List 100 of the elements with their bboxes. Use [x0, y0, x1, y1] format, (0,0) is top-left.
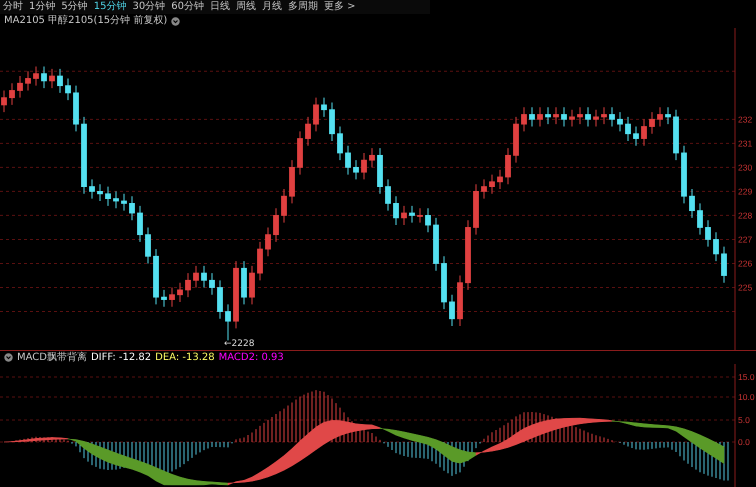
candlestick [9, 82, 15, 106]
candlestick [633, 126, 639, 146]
candlestick [161, 289, 167, 308]
candlestick [225, 304, 231, 341]
candlestick [721, 246, 727, 284]
candlestick [585, 106, 591, 128]
price-axis-label: 228 [738, 210, 752, 220]
period-tab[interactable]: 60分钟 [168, 0, 207, 14]
candlestick [593, 109, 599, 128]
candlestick [273, 208, 279, 242]
chart-title: MA2105 甲醇2105(15分钟 前复权) [4, 14, 168, 28]
candlestick [337, 126, 343, 161]
indicator-name: MACD飘带背离 [17, 350, 87, 364]
candlestick [393, 196, 399, 226]
price-axis-label: 225 [738, 282, 752, 293]
macd-axis-label: 10.0 [738, 392, 755, 402]
candlestick [713, 232, 719, 262]
period-tab[interactable]: 分时 [0, 0, 26, 14]
candlestick [497, 169, 503, 190]
chevron-circle-icon[interactable] [4, 353, 13, 362]
price-axis-label: 226 [738, 258, 752, 268]
candlestick [521, 106, 527, 132]
candlestick [505, 148, 511, 185]
candlestick [97, 184, 103, 202]
candlestick [201, 265, 207, 288]
period-tab[interactable]: 30分钟 [129, 0, 168, 14]
candlestick [313, 97, 319, 132]
chevron-circle-icon[interactable] [171, 16, 180, 26]
candlestick [265, 226, 271, 257]
candlestick [321, 97, 327, 118]
candlestick [561, 106, 567, 128]
period-tab[interactable]: 15分钟 [90, 0, 130, 14]
candlestick [65, 78, 71, 101]
period-tab[interactable]: 多周期 [284, 0, 321, 14]
price-axis-label: 227 [738, 234, 752, 244]
candlestick [177, 282, 183, 302]
candlestick [49, 68, 55, 89]
period-tab[interactable]: 更多 > [320, 0, 359, 14]
candlestick [569, 109, 575, 128]
candlestick [41, 66, 47, 89]
candlestick [601, 106, 607, 125]
candlestick [137, 205, 143, 242]
candlestick [345, 145, 351, 176]
candlestick [705, 220, 711, 248]
candlestick [145, 226, 151, 264]
period-tab[interactable]: 5分钟 [58, 0, 91, 14]
candlestick [89, 178, 95, 200]
period-tab[interactable]: 1分钟 [26, 0, 58, 14]
candlestick [105, 186, 111, 206]
candlestick [385, 178, 391, 212]
candlestick [657, 106, 663, 128]
candlestick [617, 112, 623, 132]
candlestick [353, 160, 359, 180]
price-axis-label: 231 [738, 138, 752, 148]
period-tab[interactable]: 周线 [232, 0, 259, 14]
price-axis-label: 229 [738, 186, 752, 196]
candlestick [641, 118, 647, 146]
candlestick [401, 205, 407, 226]
candlestick [697, 202, 703, 236]
candlestick [417, 208, 423, 224]
period-tab[interactable]: 月线 [258, 0, 285, 14]
candlestick [545, 106, 551, 125]
candlestick [1, 90, 7, 113]
candlestick [553, 106, 559, 125]
candlestick [649, 112, 655, 134]
candlestick [537, 106, 543, 128]
candlestick [489, 174, 495, 194]
candlestick [281, 188, 287, 224]
candlestick [209, 272, 215, 296]
indicator-value: MACD2: 0.93 [218, 350, 284, 364]
candlestick [369, 148, 375, 168]
candlestick [361, 152, 367, 180]
candlestick [529, 106, 535, 128]
candlestick [169, 287, 175, 308]
macd-axis-label: 0.0 [738, 437, 750, 447]
candlestick [609, 106, 615, 128]
candlestick [625, 116, 631, 142]
candlestick [481, 178, 487, 200]
candlestick [17, 76, 23, 98]
candlestick [121, 193, 127, 212]
candlestick [577, 106, 583, 125]
price-axis-label: 232 [738, 114, 752, 124]
candlestick [185, 272, 191, 298]
price-axis-label: 230 [738, 162, 752, 172]
candlestick [689, 188, 695, 218]
candlestick [129, 196, 135, 221]
indicator-value: DEA: -13.28 [155, 350, 215, 364]
candlestick [57, 68, 63, 94]
low-price-marker: ←2228 [224, 339, 254, 349]
candlestick [33, 66, 39, 86]
candlestick [113, 190, 119, 209]
candlestick [25, 70, 31, 91]
indicator-value: DIFF: -12.82 [90, 350, 152, 364]
candlestick [425, 208, 431, 233]
candlestick [193, 265, 199, 288]
candlestick [409, 205, 415, 224]
macd-axis-label: 5.0 [738, 415, 750, 425]
candlestick [305, 116, 311, 146]
candlestick [665, 106, 671, 125]
period-tab[interactable]: 日线 [206, 0, 233, 14]
